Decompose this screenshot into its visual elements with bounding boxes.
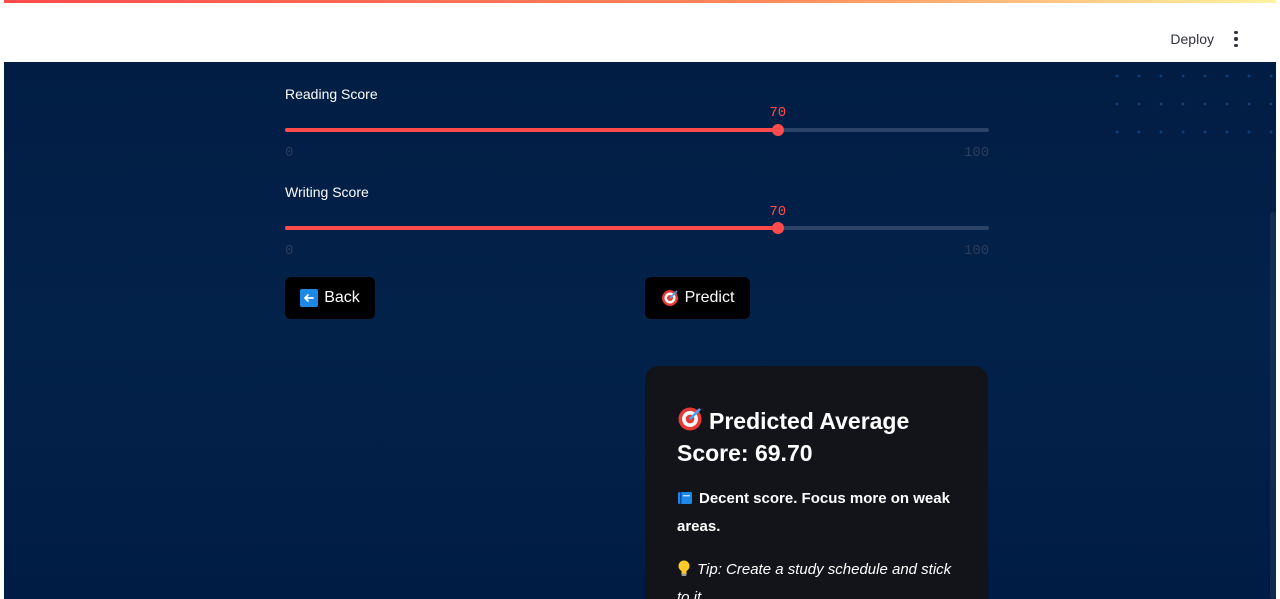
- predict-button-label: Predict: [684, 289, 735, 306]
- reading-score-label: Reading Score: [285, 86, 378, 102]
- background-dot-pattern: [1106, 62, 1276, 142]
- app-header: Deploy: [4, 3, 1276, 62]
- prediction-title-text: Predicted Average Score: 69.70: [677, 408, 910, 466]
- main-content: [4, 62, 1276, 599]
- reading-score-value: 70: [769, 105, 787, 121]
- reading-score-fill: [285, 128, 778, 132]
- reading-score-thumb[interactable]: [771, 124, 784, 136]
- writing-score-slider[interactable]: [285, 222, 989, 234]
- predict-button[interactable]: Predict: [645, 277, 750, 319]
- prediction-message-text: Decent score. Focus more on weak areas.: [677, 490, 950, 535]
- back-button[interactable]: Back: [285, 277, 375, 319]
- writing-score-value: 70: [769, 204, 787, 220]
- prediction-tip: Tip: Create a study schedule and stick t…: [677, 557, 956, 599]
- kebab-menu-icon[interactable]: [1229, 31, 1243, 47]
- target-icon: [677, 406, 703, 439]
- book-icon: [677, 489, 693, 514]
- lightbulb-icon: [677, 560, 691, 585]
- reading-score-min: 0: [285, 145, 294, 161]
- prediction-tip-text: Tip: Create a study schedule and stick t…: [677, 561, 952, 599]
- left-arrow-icon: [300, 289, 319, 307]
- writing-score-label: Writing Score: [285, 184, 369, 200]
- deploy-button[interactable]: Deploy: [1170, 31, 1214, 47]
- writing-score-max: 100: [964, 243, 990, 259]
- app-frame: Deploy Reading Score 70 0 100 Writing Sc…: [4, 0, 1276, 599]
- prediction-result-card: Predicted Average Score: 69.70 Decent sc…: [645, 366, 988, 599]
- scrollbar[interactable]: [1270, 212, 1276, 599]
- writing-score-min: 0: [285, 243, 294, 259]
- back-button-label: Back: [324, 289, 360, 306]
- writing-score-thumb[interactable]: [771, 222, 784, 234]
- target-icon: [661, 289, 679, 307]
- prediction-title: Predicted Average Score: 69.70: [677, 406, 956, 468]
- prediction-message: Decent score. Focus more on weak areas.: [677, 486, 956, 539]
- writing-score-fill: [285, 226, 778, 230]
- reading-score-max: 100: [964, 145, 990, 161]
- reading-score-slider[interactable]: [285, 124, 989, 136]
